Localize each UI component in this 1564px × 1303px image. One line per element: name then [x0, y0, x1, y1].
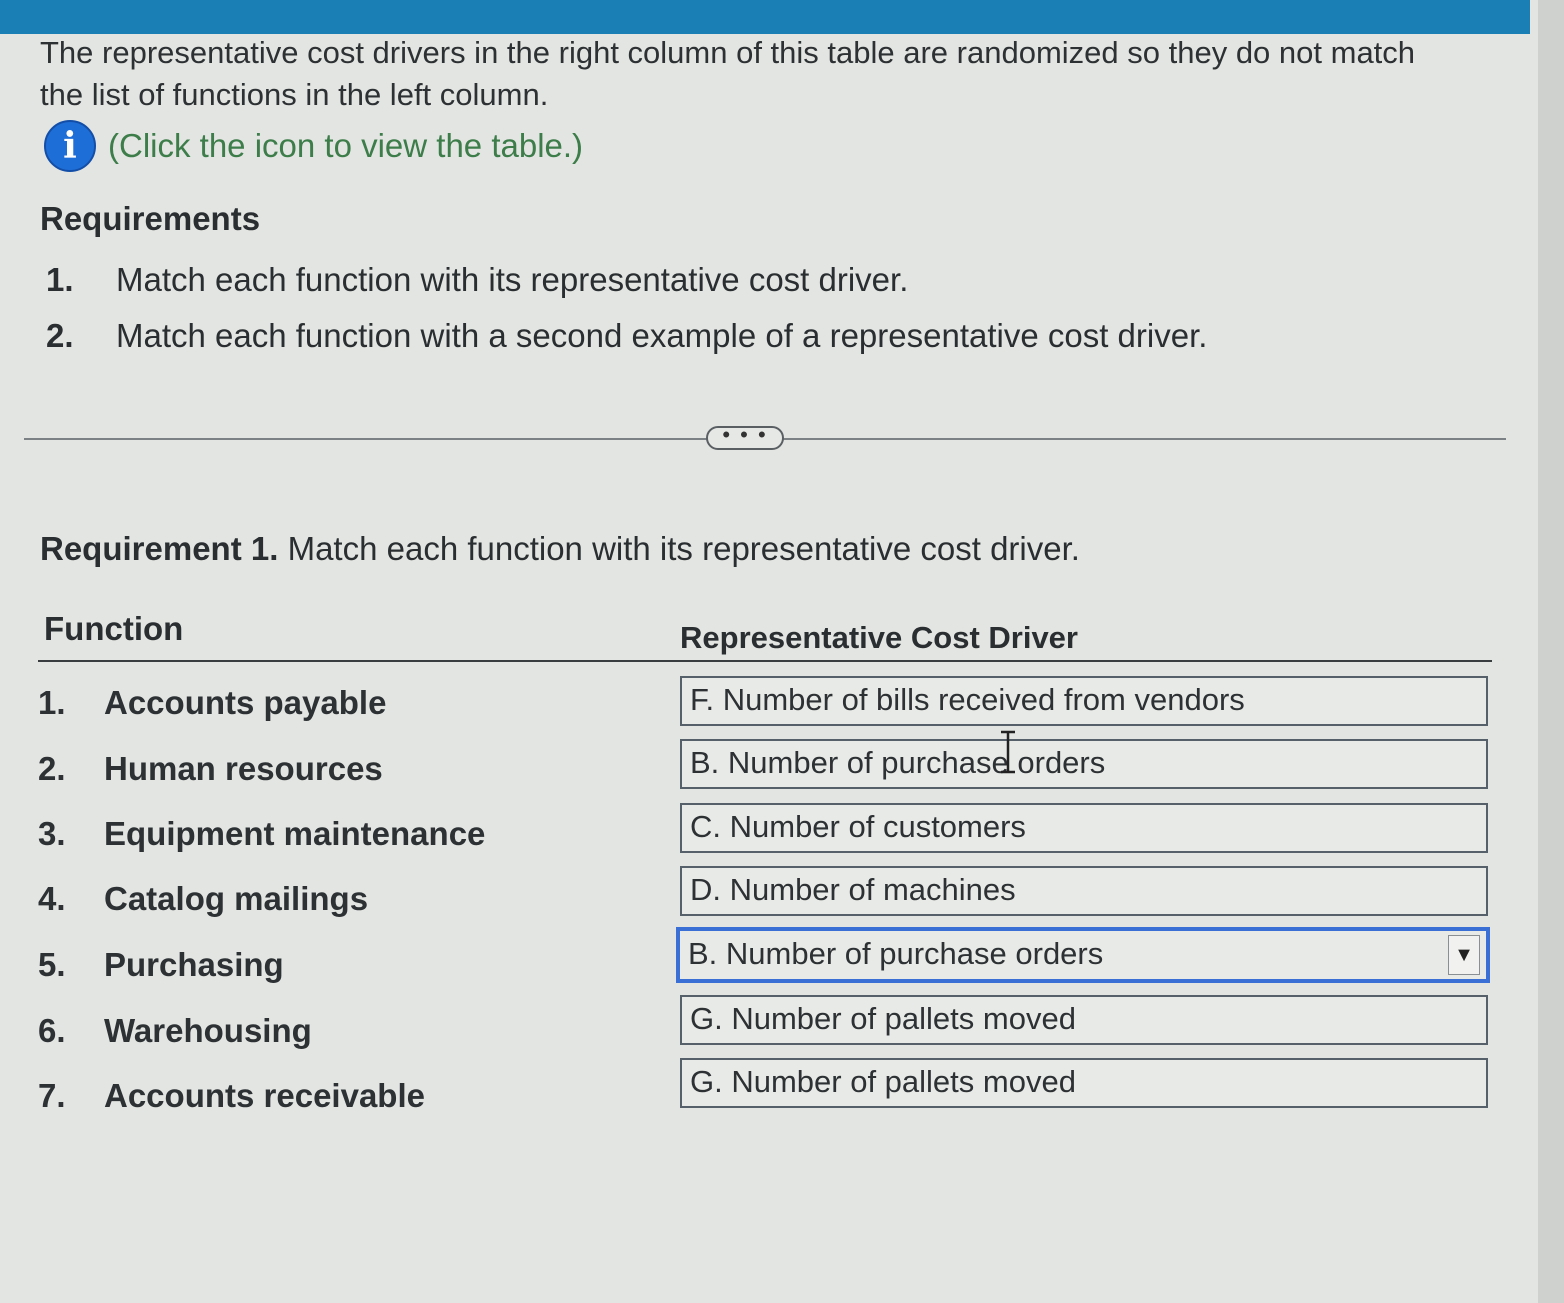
function-number: 5. — [38, 946, 66, 983]
function-column-header: Function — [44, 610, 184, 647]
requirement-text: Match each function with its representat… — [116, 261, 909, 298]
function-number: 4. — [38, 880, 66, 917]
cost-driver-select[interactable]: C. Number of customers — [680, 803, 1488, 853]
expand-more-button[interactable]: • • • — [706, 424, 784, 450]
cost-driver-select[interactable]: D. Number of machines — [680, 866, 1488, 916]
text-cursor-icon — [1001, 730, 1015, 774]
function-number: 2. — [38, 750, 66, 787]
cost-driver-select-active[interactable]: B. Number of purchase orders ▼ — [676, 927, 1490, 983]
chevron-down-icon[interactable]: ▼ — [1448, 935, 1480, 975]
requirement1-title: Requirement 1. Match each function with … — [40, 530, 1080, 568]
cost-driver-select[interactable]: F. Number of bills received from vendors — [680, 676, 1488, 726]
cost-driver-column-header: Representative Cost Driver — [680, 620, 1078, 655]
function-row: 5. Purchasing — [38, 946, 284, 984]
requirements-list: 1. Match each function with its represen… — [46, 252, 1207, 364]
requirement-item: 2. Match each function with a second exa… — [46, 308, 1207, 364]
requirement-number: 2. — [46, 317, 74, 354]
function-row: 6. Warehousing — [38, 1012, 312, 1050]
function-row: 4. Catalog mailings — [38, 880, 368, 918]
window-edge — [1538, 0, 1564, 1303]
function-row: 2. Human resources — [38, 750, 383, 788]
function-name: Accounts payable — [104, 684, 387, 721]
function-name: Catalog mailings — [104, 880, 369, 917]
selected-value: B. Number of purchase orders — [688, 936, 1104, 971]
function-name: Equipment maintenance — [104, 815, 486, 852]
table-header-rule — [38, 660, 1492, 662]
requirement-item: 1. Match each function with its represen… — [46, 252, 1207, 308]
function-name: Human resources — [104, 750, 383, 787]
function-name: Purchasing — [104, 946, 284, 983]
info-row[interactable]: i (Click the icon to view the table.) — [44, 120, 583, 172]
cost-driver-select[interactable]: B. Number of purchase orders — [680, 739, 1488, 789]
function-number: 7. — [38, 1077, 66, 1114]
function-row: 7. Accounts receivable — [38, 1077, 425, 1115]
requirement-number: 1. — [46, 261, 74, 298]
function-name: Accounts receivable — [104, 1077, 425, 1114]
requirement1-label: Requirement 1. — [40, 530, 279, 567]
intro-text: The representative cost drivers in the r… — [40, 35, 1416, 112]
cost-driver-select[interactable]: G. Number of pallets moved — [680, 1058, 1488, 1108]
info-icon[interactable]: i — [44, 120, 96, 172]
requirement1-instruction: Match each function with its representat… — [278, 530, 1080, 567]
function-row: 3. Equipment maintenance — [38, 815, 485, 853]
requirements-heading: Requirements — [40, 200, 261, 237]
function-row: 1. Accounts payable — [38, 684, 386, 722]
function-number: 6. — [38, 1012, 66, 1049]
function-number: 1. — [38, 684, 66, 721]
function-number: 3. — [38, 815, 66, 852]
top-bar — [0, 0, 1530, 34]
requirement-text: Match each function with a second exampl… — [116, 317, 1208, 354]
cost-driver-select[interactable]: G. Number of pallets moved — [680, 995, 1488, 1045]
function-name: Warehousing — [104, 1012, 312, 1049]
info-link-text[interactable]: (Click the icon to view the table.) — [108, 127, 583, 165]
